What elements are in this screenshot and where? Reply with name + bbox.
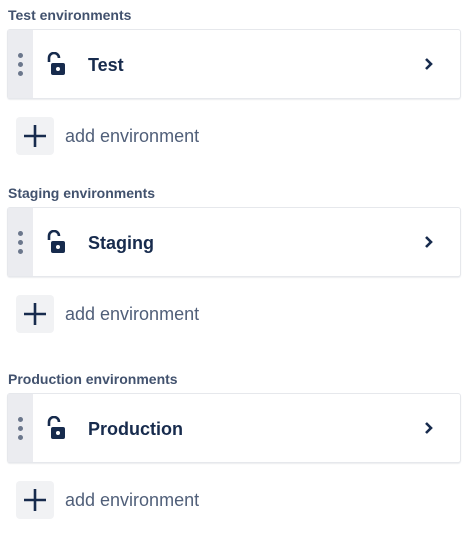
drag-handle[interactable] [8,208,33,276]
section-header: Staging environments [8,185,156,201]
plus-icon [24,489,46,511]
unlock-icon [47,416,65,439]
environment-card[interactable]: Staging [7,207,461,277]
add-environment-button[interactable]: add environment [16,117,199,155]
environment-name[interactable]: Production [88,418,183,440]
environment-card[interactable]: Production [7,393,461,463]
add-environment-label[interactable]: add environment [65,126,199,147]
add-environment-button[interactable]: add environment [16,481,199,519]
plus-icon [24,303,46,325]
add-environment-label[interactable]: add environment [65,304,199,325]
section-header: Production environments [8,371,178,387]
add-environment-label[interactable]: add environment [65,490,199,511]
chevron-right-icon[interactable] [422,421,436,435]
section-header: Test environments [8,7,132,23]
unlock-icon [47,230,65,253]
chevron-right-icon[interactable] [422,235,436,249]
add-button[interactable] [16,295,54,333]
plus-icon [24,125,46,147]
environment-name[interactable]: Staging [88,232,154,254]
chevron-right-icon[interactable] [422,57,436,71]
environment-card[interactable]: Test [7,29,461,99]
add-environment-button[interactable]: add environment [16,295,199,333]
add-button[interactable] [16,481,54,519]
add-button[interactable] [16,117,54,155]
drag-handle[interactable] [8,394,33,462]
unlock-icon [47,52,65,75]
environment-name[interactable]: Test [88,54,124,76]
drag-handle[interactable] [8,30,33,98]
